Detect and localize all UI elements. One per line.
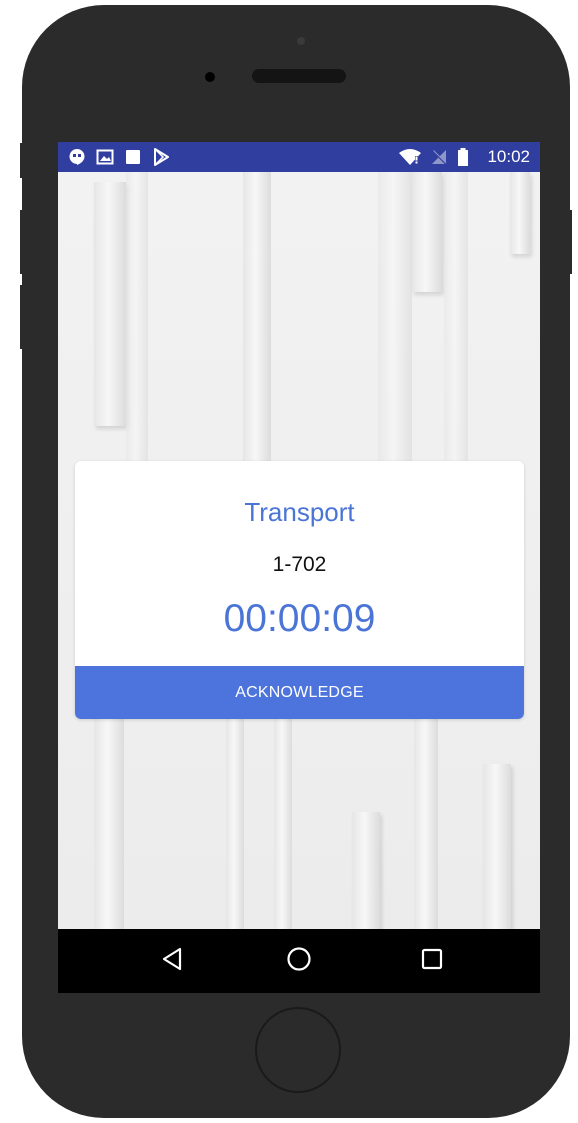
- phone-screen: 10:02 Transport 1-702 00:00:09 ACKNOWLED…: [58, 142, 540, 993]
- alert-card: Transport 1-702 00:00:09 ACKNOWLEDGE: [75, 461, 524, 719]
- home-button[interactable]: [249, 929, 349, 993]
- navigation-bar: [58, 929, 540, 993]
- acknowledge-button[interactable]: ACKNOWLEDGE: [75, 666, 524, 719]
- square-notification-icon: [124, 148, 142, 171]
- alert-title: Transport: [244, 497, 355, 527]
- elapsed-timer: 00:00:09: [223, 597, 376, 640]
- recents-button[interactable]: [382, 929, 482, 993]
- home-icon: [286, 946, 312, 977]
- front-camera: [297, 37, 305, 45]
- alert-number: 1-702: [272, 553, 327, 576]
- recents-icon: [420, 947, 444, 976]
- back-button[interactable]: [122, 929, 222, 993]
- back-icon: [161, 947, 183, 976]
- proximity-sensor: [205, 72, 215, 82]
- no-sim-icon: [430, 148, 448, 171]
- image-icon: [96, 148, 114, 171]
- hangouts-icon: [68, 148, 86, 171]
- battery-icon: [457, 148, 469, 171]
- wifi-icon: [398, 148, 422, 171]
- play-store-icon: [152, 148, 170, 171]
- status-time: 10:02: [487, 147, 530, 166]
- phone-home-button[interactable]: [255, 1007, 341, 1093]
- earpiece-speaker: [252, 69, 346, 83]
- status-bar: 10:02: [58, 142, 540, 172]
